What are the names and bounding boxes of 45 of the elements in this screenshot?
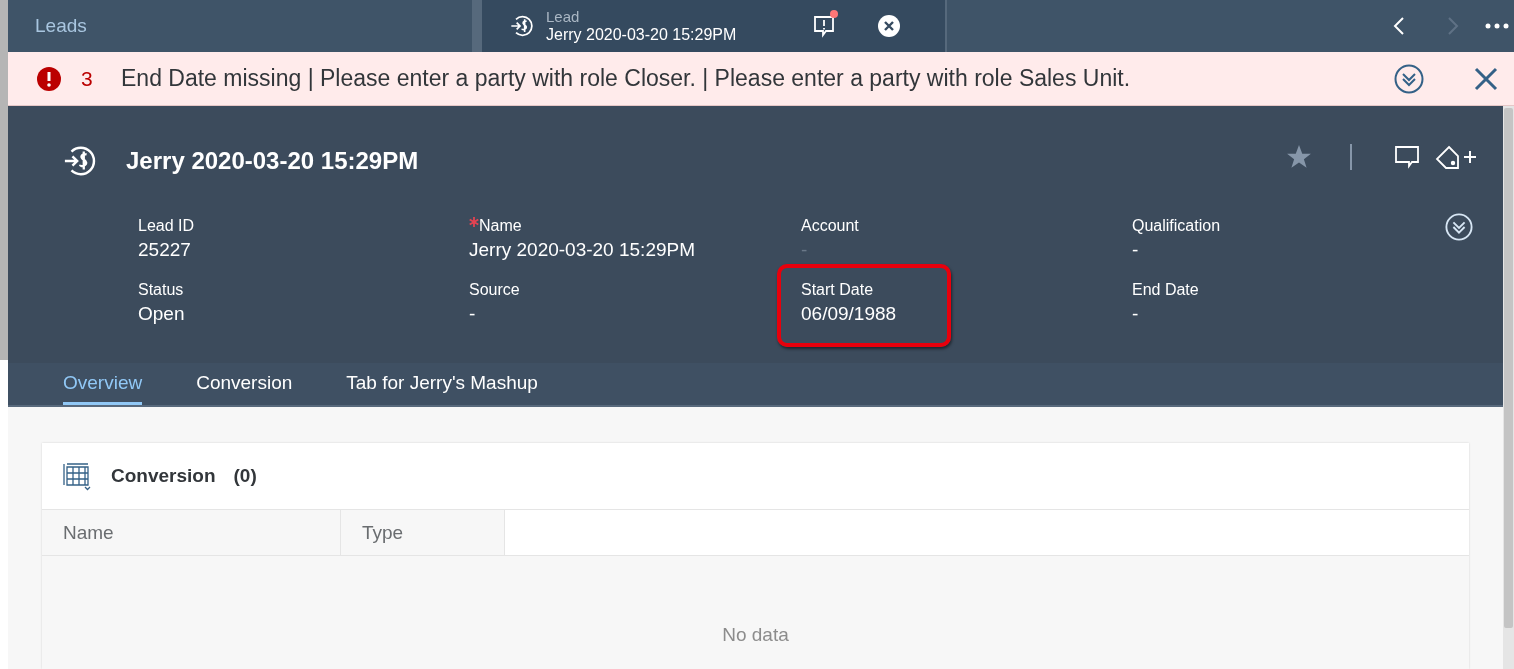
lead-icon bbox=[63, 144, 97, 178]
field-value: - bbox=[1132, 238, 1140, 262]
section-tab[interactable]: Tab for Jerry's Mashup bbox=[346, 363, 538, 405]
lead-tab[interactable]: Lead Jerry 2020-03-20 15:29PM bbox=[482, 0, 945, 52]
field-label: Qualification bbox=[1132, 217, 1221, 234]
field-label: Source bbox=[469, 281, 520, 298]
scrollbar[interactable] bbox=[1503, 106, 1514, 669]
section-tab[interactable]: Overview bbox=[63, 363, 143, 405]
error-message: End Date missing | Please enter a party with role Closer. | Please enter a party with role Sales Unit. bbox=[121, 65, 1132, 92]
more-icon[interactable] bbox=[1485, 23, 1509, 29]
field-label: Name bbox=[479, 217, 522, 234]
expand-button[interactable] bbox=[1394, 63, 1424, 94]
field-label: Account bbox=[801, 217, 859, 234]
plus-icon[interactable] bbox=[1463, 150, 1477, 164]
close-icon[interactable] bbox=[878, 15, 901, 37]
tab-separator bbox=[472, 0, 482, 52]
lead-icon bbox=[510, 14, 534, 38]
field-value: Open bbox=[138, 302, 186, 326]
table-count: (0) bbox=[233, 465, 257, 487]
field-value: - bbox=[469, 302, 477, 326]
field-label: Start Date bbox=[801, 281, 874, 298]
error-count: 3 bbox=[81, 66, 94, 91]
empty-table-text: No data bbox=[722, 624, 789, 647]
field-value: - bbox=[1132, 302, 1140, 326]
tag-icon[interactable] bbox=[1434, 144, 1460, 170]
field-label: Status bbox=[138, 281, 184, 298]
star-icon[interactable] bbox=[1286, 144, 1312, 170]
table-icon[interactable] bbox=[62, 461, 92, 491]
field-value: 06/09/1988 bbox=[801, 302, 898, 326]
close-button[interactable] bbox=[1474, 66, 1498, 91]
field-label: Lead ID bbox=[138, 217, 195, 234]
lead-title: Jerry 2020-03-20 15:29PM bbox=[126, 147, 419, 175]
chevron-left-icon[interactable] bbox=[1393, 16, 1405, 36]
comment-icon[interactable] bbox=[1394, 144, 1420, 170]
table-title: Conversion bbox=[111, 465, 216, 487]
expand-header-button[interactable] bbox=[1445, 213, 1473, 241]
column-header[interactable]: Type bbox=[341, 510, 505, 555]
field-value: Jerry 2020-03-20 15:29PM bbox=[469, 238, 696, 262]
add-tag-button[interactable] bbox=[1434, 144, 1477, 170]
field-value: - bbox=[801, 238, 809, 262]
field-label: End Date bbox=[1132, 281, 1199, 298]
section-tab[interactable]: Conversion bbox=[196, 363, 293, 405]
error-icon bbox=[37, 66, 61, 91]
column-header[interactable]: Name bbox=[42, 510, 341, 555]
field-value: 25227 bbox=[138, 238, 192, 262]
